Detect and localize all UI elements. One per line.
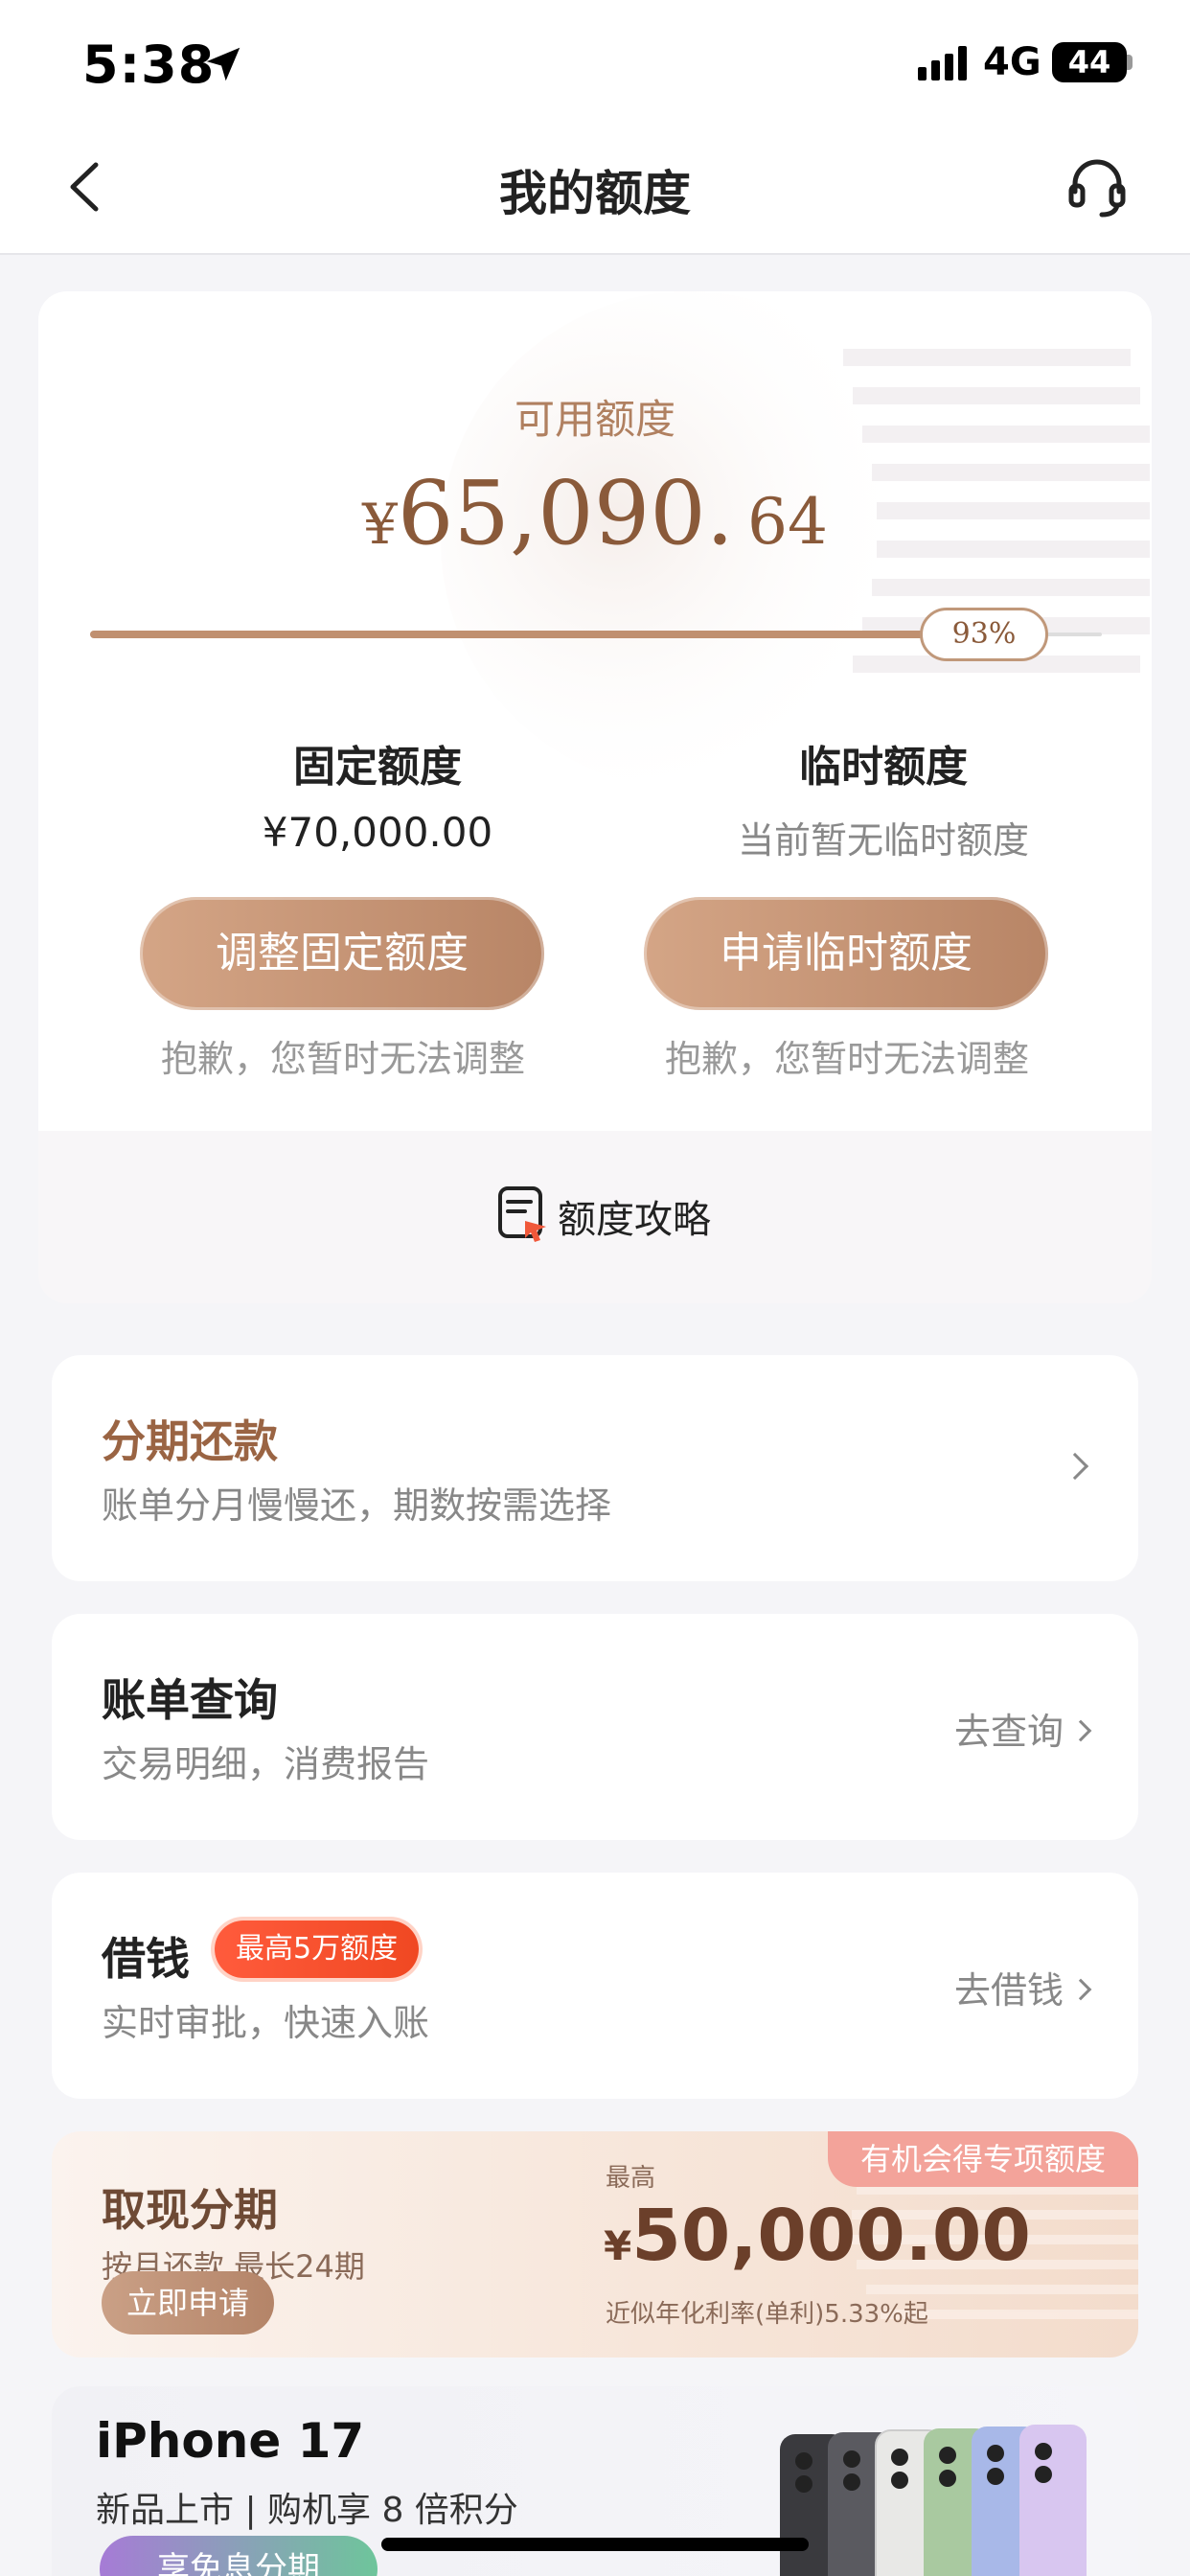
cash-amount-value: 50,000.00	[631, 2195, 1031, 2277]
amount-decimal: 64	[747, 485, 829, 559]
cash-installment-banner[interactable]: 有机会得专项额度 取现分期 按月还款 最长24期 立即申请 最高 ¥50,000…	[52, 2131, 1138, 2358]
bill-query-title: 账单查询	[102, 1674, 278, 1726]
cash-max-label: 最高	[606, 2164, 656, 2193]
battery-icon: 44	[1052, 42, 1127, 82]
battery-level: 44	[1067, 44, 1111, 80]
installment-repayment-card[interactable]: 分期还款 账单分月慢慢还，期数按需选择	[52, 1355, 1138, 1581]
usage-percent-badge: 93%	[920, 608, 1048, 661]
borrow-title: 借钱	[102, 1933, 190, 1985]
iphone-promo-title: iPhone 17	[96, 2413, 365, 2469]
signal-icon	[918, 46, 967, 80]
battery-cap	[1127, 55, 1133, 70]
credit-limit-card: 可用额度 ¥65,090. 64 93% 固定额度 ¥70,000.00 调整固定…	[38, 291, 1152, 1131]
usage-progress-fill	[90, 631, 924, 638]
bill-query-card[interactable]: 账单查询 交易明细，消费报告 去查询	[52, 1614, 1138, 1840]
status-time: 5:38	[82, 34, 216, 95]
apply-temporary-limit-button[interactable]: 申请临时额度	[644, 897, 1048, 1010]
borrow-action-label: 去借钱	[953, 1969, 1064, 2012]
iphone-promo-subtitle: 新品上市 | 购机享 8 倍积分	[96, 2491, 518, 2530]
cash-installment-title: 取现分期	[102, 2184, 278, 2236]
temporary-limit-title: 临时额度	[799, 743, 968, 792]
limit-strategy-label[interactable]: 额度攻略	[558, 1188, 711, 1244]
apply-now-button[interactable]: 立即申请	[102, 2271, 274, 2334]
borrow-card[interactable]: 借钱 最高5万额度 实时审批，快速入账 去借钱	[52, 1873, 1138, 2099]
currency-symbol: ¥	[361, 492, 398, 557]
screen: 5:38 4G 44 我的额度 可用额度 ¥65,090. 64 93% 固定额…	[0, 0, 1190, 2576]
available-limit-amount: ¥65,090. 64	[38, 462, 1152, 564]
cash-currency: ¥	[604, 2222, 632, 2269]
amount-integer: 65,090.	[397, 462, 735, 564]
fixed-limit-value: ¥70,000.00	[262, 809, 493, 856]
location-arrow-icon	[206, 47, 240, 81]
installment-subtitle: 账单分月慢慢还，期数按需选择	[102, 1484, 612, 1527]
borrow-subtitle: 实时审批，快速入账	[102, 2002, 430, 2044]
headset-icon[interactable]	[1064, 153, 1131, 220]
bill-query-subtitle: 交易明细，消费报告	[102, 1743, 430, 1785]
chevron-right-icon	[1069, 1978, 1092, 2001]
adjust-fixed-limit-button[interactable]: 调整固定额度	[140, 897, 544, 1010]
installment-title: 分期还款	[102, 1415, 278, 1467]
bill-query-action-label: 去查询	[953, 1711, 1064, 1753]
network-type: 4G	[983, 40, 1041, 84]
chevron-right-icon	[1061, 1452, 1089, 1481]
chevron-right-icon	[1069, 1719, 1092, 1742]
fixed-limit-title: 固定额度	[293, 743, 462, 792]
fixed-limit-note: 抱歉，您暂时无法调整	[160, 1038, 525, 1080]
temporary-limit-note: 抱歉，您暂时无法调整	[664, 1038, 1029, 1080]
temporary-limit-value: 当前暂无临时额度	[737, 819, 1029, 862]
available-limit-label: 可用额度	[514, 396, 675, 443]
cash-interest-rate: 近似年化利率(单利)5.33%起	[606, 2300, 928, 2329]
home-indicator	[381, 2538, 809, 2551]
interest-free-installment-button[interactable]: 享免息分期	[100, 2536, 378, 2576]
strategy-document-icon	[498, 1186, 546, 1242]
special-limit-tag: 有机会得专项额度	[827, 2131, 1138, 2187]
bill-query-action[interactable]: 去查询	[953, 1702, 1092, 1755]
borrow-action[interactable]: 去借钱	[953, 1961, 1092, 2013]
borrow-limit-badge: 最高5万额度	[215, 1920, 420, 1978]
iphone-product-image	[780, 2425, 1087, 2576]
cash-max-amount: ¥50,000.00	[604, 2195, 1031, 2277]
page-title: 我的额度	[499, 166, 691, 221]
